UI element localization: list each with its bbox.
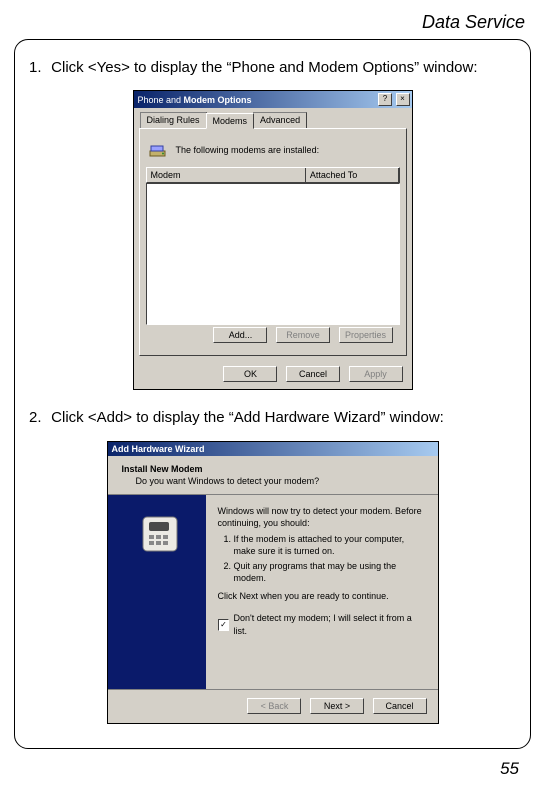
step-2-text: Click <Add> to display the “Add Hardware… xyxy=(51,409,444,426)
dlg2-footer-buttons: < Back Next > Cancel xyxy=(108,689,438,723)
dlg2-title: Add Hardware Wizard xyxy=(112,444,205,454)
dlg2-li-2: Quit any programs that may be using the … xyxy=(234,560,428,584)
modem-list: Modem Attached To xyxy=(146,167,400,325)
dlg2-title-bar: Add Hardware Wizard xyxy=(108,442,438,456)
tab-modems[interactable]: Modems xyxy=(206,113,255,129)
dlg1-tabs: Dialing Rules Modems Advanced xyxy=(134,108,412,128)
tab-advanced[interactable]: Advanced xyxy=(253,112,307,128)
dlg1-title-buttons: ? × xyxy=(377,93,410,106)
dlg2-instruction-list: If the modem is attached to your compute… xyxy=(234,533,428,585)
page-number: 55 xyxy=(14,749,531,779)
dlg2-title-text: Add Hardware Wizard xyxy=(112,444,205,454)
step-2: 2. Click <Add> to display the “Add Hardw… xyxy=(29,408,516,428)
col-modem[interactable]: Modem xyxy=(147,168,306,182)
dlg2-head-title: Install New Modem xyxy=(122,464,428,474)
dont-detect-label: Don't detect my modem; I will select it … xyxy=(233,612,427,636)
dlg1-tab-panel: The following modems are installed: Mode… xyxy=(139,128,407,356)
help-icon[interactable]: ? xyxy=(378,93,392,106)
dlg2-li-1: If the modem is attached to your compute… xyxy=(234,533,428,557)
dlg1-title-bar: Phone and Modem Options ? × xyxy=(134,91,412,108)
next-button[interactable]: Next > xyxy=(310,698,364,714)
dont-detect-checkbox[interactable]: ✓ xyxy=(218,619,230,631)
dlg2-content: Windows will now try to detect your mode… xyxy=(206,495,438,689)
modem-list-body[interactable] xyxy=(146,183,400,325)
dlg2-header: Install New Modem Do you want Windows to… xyxy=(108,456,438,488)
phone-icon xyxy=(137,511,177,551)
close-icon[interactable]: × xyxy=(396,93,410,106)
dlg1-info-row: The following modems are installed: xyxy=(148,139,400,161)
back-button: < Back xyxy=(247,698,301,714)
wizard-cancel-button[interactable]: Cancel xyxy=(373,698,427,714)
remove-button: Remove xyxy=(276,327,330,343)
dlg2-body: Windows will now try to detect your mode… xyxy=(108,494,438,689)
dlg2-sidebar xyxy=(108,495,206,689)
dont-detect-checkbox-row: ✓ Don't detect my modem; I will select i… xyxy=(218,612,428,636)
modem-icon xyxy=(148,139,170,161)
step-1: 1. Click <Yes> to display the “Phone and… xyxy=(29,58,516,78)
dlg1-title-plain: Phone and xyxy=(138,95,184,105)
add-button[interactable]: Add... xyxy=(213,327,267,343)
step-2-number: 2. xyxy=(29,408,47,428)
dlg2-continue-text: Click Next when you are ready to continu… xyxy=(218,590,428,602)
step-1-number: 1. xyxy=(29,58,47,78)
dlg2-intro-text: Windows will now try to detect your mode… xyxy=(218,505,428,529)
properties-button: Properties xyxy=(339,327,393,343)
col-attached-to[interactable]: Attached To xyxy=(306,168,399,182)
ok-button[interactable]: OK xyxy=(223,366,277,382)
dlg1-info-text: The following modems are installed: xyxy=(176,145,320,155)
dlg2-head-subtitle: Do you want Windows to detect your modem… xyxy=(136,476,428,486)
add-hardware-wizard-dialog: Add Hardware Wizard Install New Modem Do… xyxy=(107,441,439,724)
cancel-button[interactable]: Cancel xyxy=(286,366,340,382)
step-1-text: Click <Yes> to display the “Phone and Mo… xyxy=(51,59,477,76)
modem-list-header: Modem Attached To xyxy=(146,167,400,183)
content-frame: 1. Click <Yes> to display the “Phone and… xyxy=(14,39,531,749)
phone-modem-options-dialog: Phone and Modem Options ? × Dialing Rule… xyxy=(133,90,413,390)
apply-button: Apply xyxy=(349,366,403,382)
dlg1-footer-buttons: OK Cancel Apply xyxy=(134,360,412,389)
tab-dialing-rules[interactable]: Dialing Rules xyxy=(140,112,207,128)
dlg1-title-bold: Modem Options xyxy=(184,95,252,105)
page-header: Data Service xyxy=(14,8,531,39)
dlg1-title: Phone and Modem Options xyxy=(138,95,252,105)
dlg1-list-buttons: Add... Remove Properties xyxy=(146,325,400,347)
